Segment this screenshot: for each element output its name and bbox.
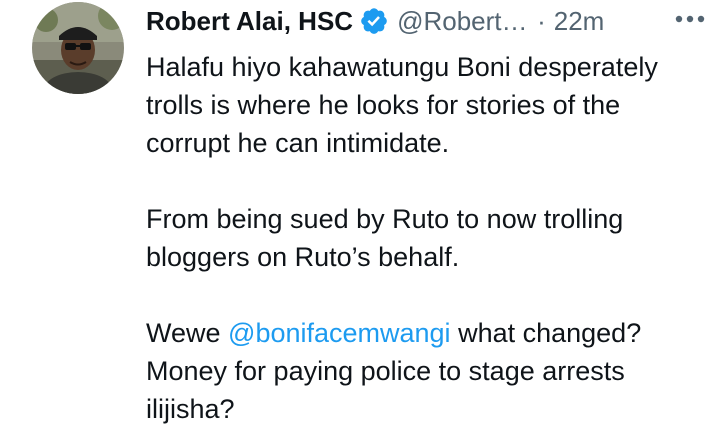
timestamp[interactable]: 22m: [554, 2, 605, 40]
display-name[interactable]: Robert Alai, HSC: [146, 2, 353, 40]
profile-photo-icon: [32, 2, 124, 94]
author-handle[interactable]: @Robert…: [397, 2, 525, 40]
avatar[interactable]: [32, 2, 124, 94]
tweet[interactable]: Robert Alai, HSC @Robert… · 22m Halafu h…: [0, 0, 720, 424]
tweet-paragraph-1: Halafu hiyo kahawatungu Boni desperately…: [146, 52, 658, 158]
more-options-button[interactable]: [670, 6, 710, 32]
verified-badge-icon: [359, 6, 389, 36]
header-separator: ·: [537, 6, 546, 36]
paragraph-3-prefix: Wewe: [146, 318, 229, 348]
handle-text: @Robert: [397, 6, 502, 36]
tweet-paragraph-3: Wewe @bonifacemwangi what changed? Money…: [146, 314, 706, 428]
mention-link[interactable]: @bonifacemwangi: [228, 318, 451, 348]
handle-ellipsis: …: [501, 6, 526, 36]
tweet-header: Robert Alai, HSC @Robert… · 22m: [146, 2, 696, 40]
tweet-paragraph-2: From being sued by Ruto to now trolling …: [146, 204, 624, 272]
more-options-icon: [675, 15, 705, 23]
tweet-text: Halafu hiyo kahawatungu Boni desperately…: [146, 48, 706, 428]
